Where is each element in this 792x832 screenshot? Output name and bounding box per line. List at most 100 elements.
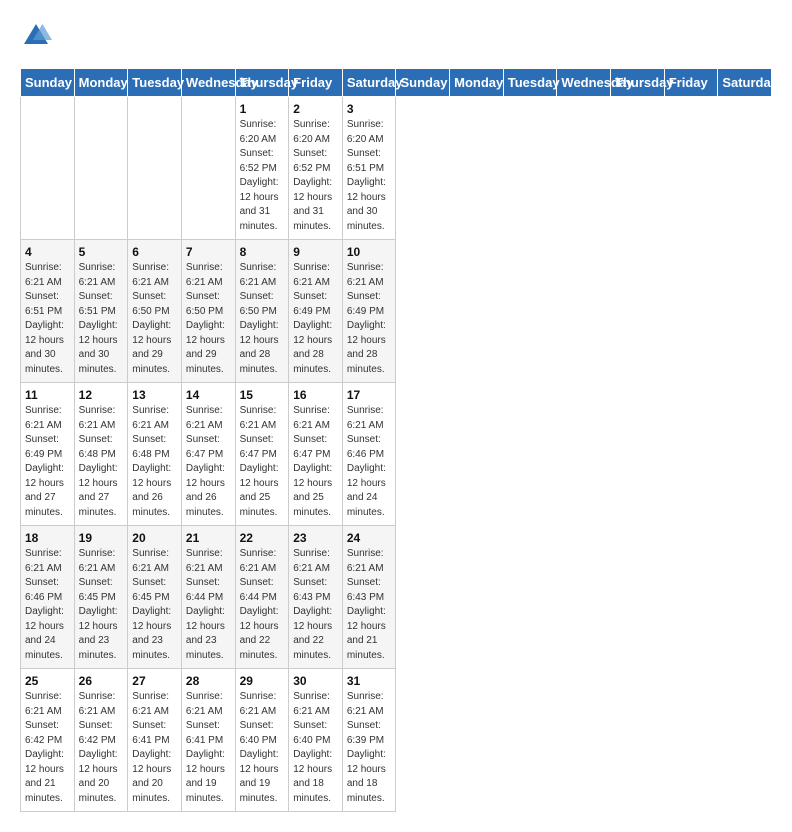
day-cell-10: 10 Sunrise: 6:21 AMSunset: 6:49 PMDayligh… (342, 240, 396, 383)
day-info: Sunrise: 6:21 AMSunset: 6:49 PMDaylight:… (293, 261, 338, 377)
day-cell-29: 29Sunrise: 6:21 AMSunset: 6:40 PMDayligh… (235, 669, 289, 812)
day-info: Sunrise: 6:21 AMSunset: 6:44 PMDaylight:… (186, 547, 231, 663)
day-number: 2 (293, 102, 338, 116)
day-cell-31: 31Sunrise: 6:21 AMSunset: 6:39 PMDayligh… (342, 669, 396, 812)
day-cell-30: 30 Sunrise: 6:21 AMSunset: 6:40 PMDayligh… (289, 669, 343, 812)
day-number: 31 (347, 674, 392, 688)
column-header-wednesday: Wednesday (557, 69, 611, 97)
day-number: 6 (132, 245, 177, 259)
day-info: Sunrise: 6:21 AMSunset: 6:45 PMDaylight:… (132, 547, 177, 663)
logo (20, 20, 56, 52)
column-header-friday: Friday (289, 69, 343, 97)
day-number: 30 (293, 674, 338, 688)
day-number: 21 (186, 531, 231, 545)
column-header-thursday: Thursday (611, 69, 665, 97)
day-cell-28: 28 Sunrise: 6:21 AMSunset: 6:41 PMDayligh… (181, 669, 235, 812)
day-cell-25: 25Sunrise: 6:21 AMSunset: 6:42 PMDayligh… (21, 669, 75, 812)
column-header-sunday: Sunday (396, 69, 450, 97)
day-info: Sunrise: 6:21 AMSunset: 6:47 PMDaylight:… (293, 404, 338, 520)
day-number: 27 (132, 674, 177, 688)
day-info: Sunrise: 6:21 AMSunset: 6:43 PMDaylight:… (347, 547, 392, 663)
day-cell-1: 1Sunrise: 6:20 AMSunset: 6:52 PMDaylight… (235, 97, 289, 240)
day-cell-24: 24 Sunrise: 6:21 AMSunset: 6:43 PMDayligh… (342, 526, 396, 669)
day-number: 11 (25, 388, 70, 402)
day-info: Sunrise: 6:21 AMSunset: 6:51 PMDaylight:… (79, 261, 124, 377)
day-cell-22: 22Sunrise: 6:21 AMSunset: 6:44 PMDayligh… (235, 526, 289, 669)
column-header-thursday: Thursday (235, 69, 289, 97)
day-info: Sunrise: 6:21 AMSunset: 6:41 PMDaylight:… (186, 690, 231, 806)
day-cell-empty (21, 97, 75, 240)
day-cell-empty (181, 97, 235, 240)
day-cell-3: 3 Sunrise: 6:20 AMSunset: 6:51 PMDaylight… (342, 97, 396, 240)
column-header-monday: Monday (74, 69, 128, 97)
day-cell-5: 5 Sunrise: 6:21 AMSunset: 6:51 PMDaylight… (74, 240, 128, 383)
logo-icon (20, 20, 52, 52)
day-cell-16: 16 Sunrise: 6:21 AMSunset: 6:47 PMDayligh… (289, 383, 343, 526)
column-header-saturday: Saturday (342, 69, 396, 97)
day-number: 26 (79, 674, 124, 688)
week-row-2: 11 Sunrise: 6:21 AMSunset: 6:49 PMDayligh… (21, 383, 772, 526)
day-info: Sunrise: 6:21 AMSunset: 6:43 PMDaylight:… (293, 547, 338, 663)
column-header-wednesday: Wednesday (181, 69, 235, 97)
day-info: Sunrise: 6:20 AMSunset: 6:52 PMDaylight:… (293, 118, 338, 234)
day-number: 23 (293, 531, 338, 545)
day-cell-15: 15 Sunrise: 6:21 AMSunset: 6:47 PMDayligh… (235, 383, 289, 526)
column-header-friday: Friday (664, 69, 718, 97)
day-cell-empty (74, 97, 128, 240)
day-info: Sunrise: 6:21 AMSunset: 6:46 PMDaylight:… (347, 404, 392, 520)
day-number: 18 (25, 531, 70, 545)
day-info: Sunrise: 6:21 AMSunset: 6:50 PMDaylight:… (240, 261, 285, 377)
calendar-header-row: SundayMondayTuesdayWednesdayThursdayFrid… (21, 69, 772, 97)
day-cell-9: 9 Sunrise: 6:21 AMSunset: 6:49 PMDaylight… (289, 240, 343, 383)
day-info: Sunrise: 6:21 AMSunset: 6:42 PMDaylight:… (79, 690, 124, 806)
day-cell-20: 20 Sunrise: 6:21 AMSunset: 6:45 PMDayligh… (128, 526, 182, 669)
week-row-0: 1Sunrise: 6:20 AMSunset: 6:52 PMDaylight… (21, 97, 772, 240)
day-number: 25 (25, 674, 70, 688)
day-cell-12: 12Sunrise: 6:21 AMSunset: 6:48 PMDayligh… (74, 383, 128, 526)
day-info: Sunrise: 6:21 AMSunset: 6:47 PMDaylight:… (240, 404, 285, 520)
week-row-4: 25 Sunrise: 6:21 AMSunset: 6:42 PMDayligh… (21, 669, 772, 812)
day-cell-11: 11 Sunrise: 6:21 AMSunset: 6:49 PMDayligh… (21, 383, 75, 526)
day-info: Sunrise: 6:21 AMSunset: 6:47 PMDaylight:… (186, 404, 231, 520)
day-number: 16 (293, 388, 338, 402)
day-number: 8 (240, 245, 285, 259)
day-number: 3 (347, 102, 392, 116)
day-number: 7 (186, 245, 231, 259)
day-info: Sunrise: 6:20 AMSunset: 6:52 PMDaylight:… (240, 118, 285, 234)
day-number: 29 (240, 674, 285, 688)
day-number: 13 (132, 388, 177, 402)
day-info: Sunrise: 6:21 AMSunset: 6:49 PMDaylight:… (25, 404, 70, 520)
day-info: Sunrise: 6:20 AMSunset: 6:51 PMDaylight:… (347, 118, 392, 234)
day-cell-7: 7 Sunrise: 6:21 AMSunset: 6:50 PMDaylight… (181, 240, 235, 383)
day-number: 20 (132, 531, 177, 545)
day-number: 12 (79, 388, 124, 402)
day-cell-17: 17Sunrise: 6:21 AMSunset: 6:46 PMDayligh… (342, 383, 396, 526)
day-number: 19 (79, 531, 124, 545)
day-info: Sunrise: 6:21 AMSunset: 6:41 PMDaylight:… (132, 690, 177, 806)
day-cell-2: 2 Sunrise: 6:20 AMSunset: 6:52 PMDaylight… (289, 97, 343, 240)
day-number: 10 (347, 245, 392, 259)
day-cell-19: 19 Sunrise: 6:21 AMSunset: 6:45 PMDayligh… (74, 526, 128, 669)
day-number: 15 (240, 388, 285, 402)
day-number: 5 (79, 245, 124, 259)
day-info: Sunrise: 6:21 AMSunset: 6:44 PMDaylight:… (240, 547, 285, 663)
day-number: 28 (186, 674, 231, 688)
day-cell-26: 26 Sunrise: 6:21 AMSunset: 6:42 PMDayligh… (74, 669, 128, 812)
day-cell-6: 6 Sunrise: 6:21 AMSunset: 6:50 PMDaylight… (128, 240, 182, 383)
column-header-tuesday: Tuesday (503, 69, 557, 97)
day-info: Sunrise: 6:21 AMSunset: 6:40 PMDaylight:… (293, 690, 338, 806)
day-number: 4 (25, 245, 70, 259)
day-cell-8: 8 Sunrise: 6:21 AMSunset: 6:50 PMDaylight… (235, 240, 289, 383)
page-header (20, 20, 772, 52)
week-row-1: 4 Sunrise: 6:21 AMSunset: 6:51 PMDaylight… (21, 240, 772, 383)
day-info: Sunrise: 6:21 AMSunset: 6:48 PMDaylight:… (132, 404, 177, 520)
day-info: Sunrise: 6:21 AMSunset: 6:50 PMDaylight:… (186, 261, 231, 377)
day-info: Sunrise: 6:21 AMSunset: 6:49 PMDaylight:… (347, 261, 392, 377)
column-header-monday: Monday (450, 69, 504, 97)
day-info: Sunrise: 6:21 AMSunset: 6:50 PMDaylight:… (132, 261, 177, 377)
day-info: Sunrise: 6:21 AMSunset: 6:45 PMDaylight:… (79, 547, 124, 663)
day-number: 24 (347, 531, 392, 545)
day-number: 9 (293, 245, 338, 259)
day-cell-18: 18Sunrise: 6:21 AMSunset: 6:46 PMDayligh… (21, 526, 75, 669)
day-cell-23: 23 Sunrise: 6:21 AMSunset: 6:43 PMDayligh… (289, 526, 343, 669)
